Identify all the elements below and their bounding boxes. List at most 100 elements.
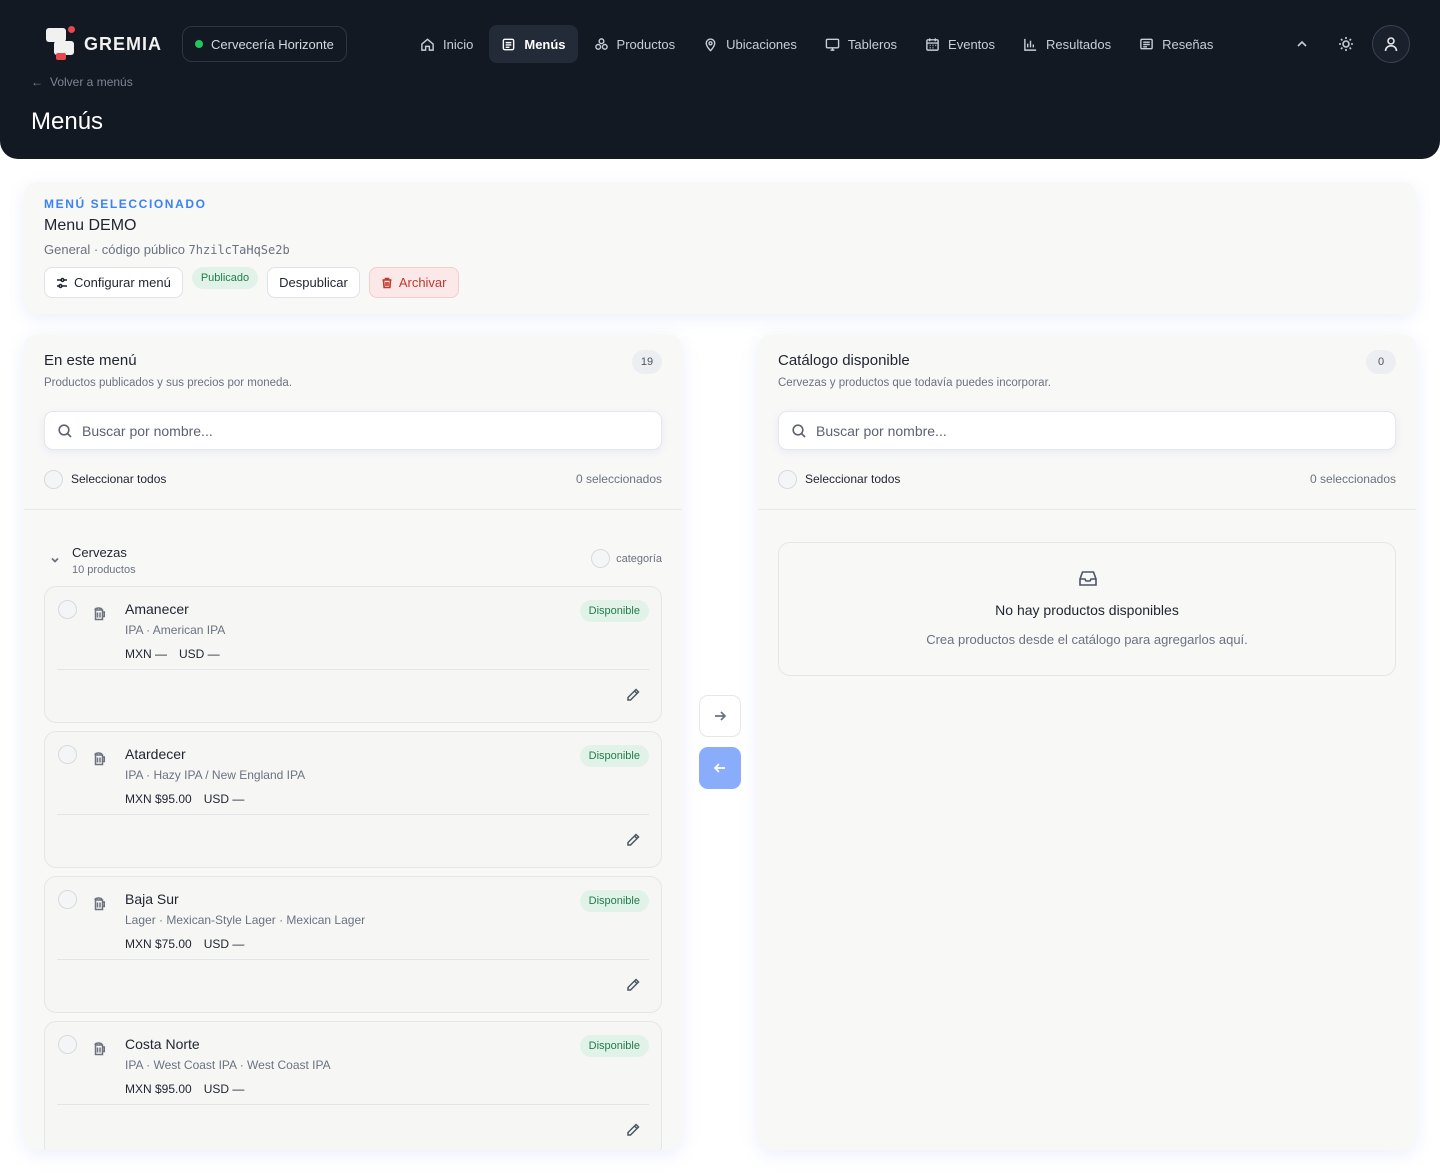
menu-subtitle: General · código público 7hzilcTaHqSe2b	[44, 242, 1396, 257]
menu-name: Menu DEMO	[44, 217, 137, 234]
product-name: Costa Norte	[125, 1036, 200, 1052]
search-box	[44, 411, 662, 450]
catalog-panel: Catálogo disponible Cervezas y productos…	[758, 334, 1416, 1150]
nav-label: Productos	[616, 36, 676, 52]
nav-label: Reseñas	[1162, 36, 1214, 52]
category-select-toggle[interactable]: categoría	[591, 549, 662, 568]
status-badge: Publicado	[191, 267, 259, 289]
select-all-checkbox[interactable]	[778, 469, 797, 489]
move-to-menu-button[interactable]	[699, 747, 741, 789]
collapse-chevron-up-icon[interactable]	[1292, 34, 1312, 54]
public-code: 7hzilcTaHqSe2b	[188, 243, 290, 257]
selected-menu-eyebrow: MENÚ SELECCIONADO	[44, 197, 207, 211]
select-all-toggle[interactable]: Seleccionar todos	[778, 469, 901, 489]
configure-menu-button[interactable]: Configurar menú	[44, 267, 183, 298]
product-checkbox[interactable]	[58, 1035, 77, 1054]
availability-badge: Disponible	[579, 745, 649, 767]
home-icon	[421, 37, 434, 51]
archive-label: Archivar	[398, 275, 447, 290]
nav-ubicaciones[interactable]: Ubicaciones	[691, 25, 809, 63]
product-prices: MXN — USD —	[125, 647, 220, 661]
price-usd: USD —	[179, 647, 220, 661]
product-checkbox[interactable]	[58, 745, 77, 764]
status-dot-icon	[195, 40, 203, 48]
availability-badge: Disponible	[579, 890, 649, 912]
logo-text: GREMIA	[84, 33, 162, 54]
category-header[interactable]: Cervezas 10 productos categoría	[44, 510, 662, 586]
product-style: Lager · Mexican-Style Lager · Mexican La…	[125, 913, 366, 927]
brewery-selector[interactable]: Cervecería Horizonte	[182, 26, 347, 62]
panel-description: Cervezas y productos que todavía puedes …	[778, 377, 1051, 389]
nav-label: Ubicaciones	[726, 36, 797, 52]
product-count-badge: 19	[632, 350, 662, 374]
select-all-toggle[interactable]: Seleccionar todos	[44, 469, 166, 489]
in-menu-panel: En este menú Productos publicados y sus …	[24, 334, 682, 1150]
price-mxn: MXN $75.00	[125, 937, 192, 951]
theme-sun-icon[interactable]	[1336, 34, 1356, 54]
monitor-icon	[825, 38, 840, 51]
edit-pencil-icon[interactable]	[625, 832, 641, 848]
archive-button[interactable]: Archivar	[368, 267, 459, 298]
search-box	[778, 411, 1396, 450]
unpublish-button[interactable]: Despublicar	[267, 267, 360, 298]
selected-count: 0 seleccionados	[575, 472, 662, 486]
nav-eventos[interactable]: Eventos	[913, 25, 1007, 63]
divider	[57, 959, 649, 960]
arrow-left-icon: ←	[31, 75, 43, 89]
beer-mug-icon	[93, 607, 107, 621]
in-menu-list: Cervezas 10 productos categoría Amanecer…	[24, 510, 682, 1150]
catalog-panel-header: Catálogo disponible Cervezas y productos…	[758, 334, 1416, 510]
gremia-logo[interactable]: GREMIA	[44, 26, 162, 62]
nav-resultados[interactable]: Resultados	[1011, 25, 1123, 63]
nav-inicio[interactable]: Inicio	[408, 25, 485, 63]
user-icon	[1384, 37, 1398, 52]
chevron-down-icon[interactable]	[50, 552, 60, 563]
product-style: IPA · Hazy IPA / New England IPA	[125, 768, 306, 782]
selected-menu-card: MENÚ SELECCIONADO Menu DEMO General · có…	[24, 182, 1416, 314]
edit-pencil-icon[interactable]	[625, 977, 641, 993]
edit-pencil-icon[interactable]	[625, 687, 641, 703]
review-icon	[1140, 38, 1153, 49]
price-usd: USD —	[203, 937, 245, 951]
empty-state: No hay productos disponibles Crea produc…	[778, 542, 1396, 676]
app-header: GREMIA Cervecería Horizonte Inicio Menús…	[0, 0, 1440, 159]
menu-icon	[503, 38, 515, 50]
move-to-catalog-button[interactable]	[699, 695, 741, 737]
divider	[57, 814, 649, 815]
nav-tableros[interactable]: Tableros	[813, 25, 909, 63]
trash-icon	[382, 277, 392, 288]
nav-label: Resultados	[1046, 36, 1112, 52]
search-input[interactable]	[816, 422, 1376, 439]
search-icon	[58, 423, 72, 438]
product-count-badge: 0	[1366, 350, 1396, 374]
panel-title: Catálogo disponible	[778, 352, 910, 369]
price-mxn: MXN $95.00	[125, 1082, 192, 1096]
search-input[interactable]	[82, 422, 642, 439]
divider	[57, 669, 649, 670]
user-avatar-button[interactable]	[1372, 25, 1410, 63]
select-all-label: Seleccionar todos	[805, 472, 901, 486]
nav-productos[interactable]: Productos	[582, 25, 688, 63]
product-prices: MXN $95.00 USD —	[125, 1082, 244, 1096]
edit-pencil-icon[interactable]	[625, 1122, 641, 1138]
price-mxn: MXN —	[125, 647, 167, 661]
beer-mug-icon	[93, 897, 107, 911]
panel-description: Productos publicados y sus precios por m…	[44, 377, 293, 389]
product-checkbox[interactable]	[58, 890, 77, 909]
nav-menus[interactable]: Menús	[489, 25, 578, 63]
nav-label: Inicio	[443, 36, 474, 52]
select-all-checkbox[interactable]	[44, 469, 63, 489]
nav-resenas[interactable]: Reseñas	[1127, 25, 1225, 63]
arrow-right-icon	[715, 711, 727, 721]
category-select-label: categoría	[616, 552, 662, 565]
menu-subtitle-prefix: General · código público	[44, 242, 185, 257]
product-checkbox[interactable]	[58, 600, 77, 619]
products-icon	[594, 37, 608, 50]
brewery-name: Cervecería Horizonte	[211, 36, 334, 52]
category-checkbox[interactable]	[591, 549, 611, 568]
product-card: Costa Norte IPA · West Coast IPA · West …	[44, 1021, 662, 1150]
calendar-icon	[926, 37, 939, 51]
selected-count: 0 seleccionados	[1309, 472, 1396, 486]
back-to-menus-link[interactable]: ← Volver a menús	[31, 75, 133, 89]
product-prices: MXN $95.00 USD —	[125, 792, 244, 806]
